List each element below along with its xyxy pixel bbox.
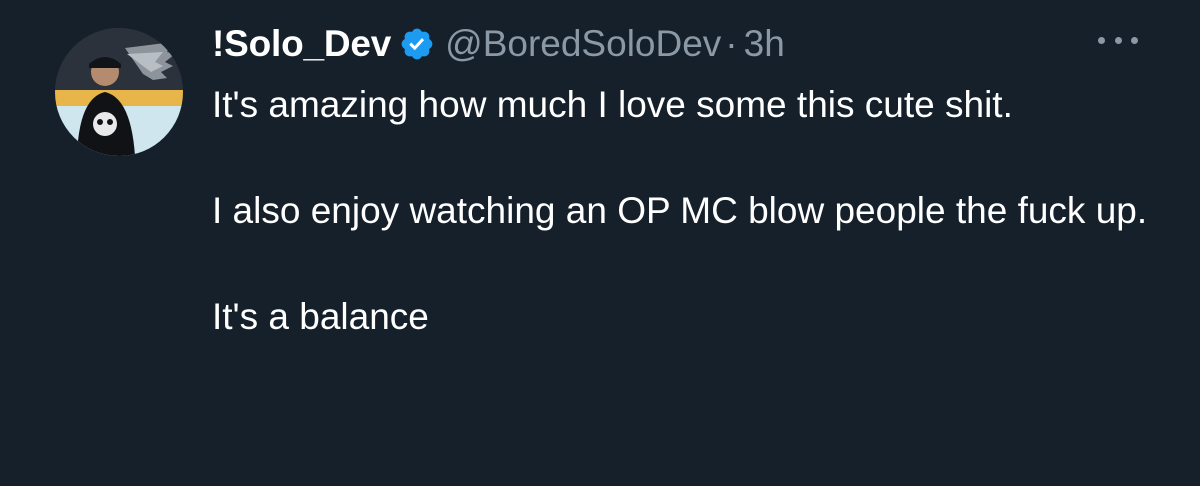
tweet[interactable]: !Solo_Dev @BoredSoloDev · 3h It's amazin…	[0, 0, 1200, 486]
avatar-icon	[55, 28, 183, 156]
tweet-paragraph: It's amazing how much I love some this c…	[212, 84, 1013, 125]
more-options-button[interactable]	[1098, 30, 1138, 50]
display-name[interactable]: !Solo_Dev	[212, 23, 391, 65]
verified-badge-icon	[399, 26, 435, 62]
tweet-text: It's amazing how much I love some this c…	[212, 78, 1152, 343]
separator-dot: ·	[725, 23, 738, 64]
tweet-header: !Solo_Dev @BoredSoloDev · 3h	[212, 18, 785, 70]
tweet-paragraph: I also enjoy watching an OP MC blow peop…	[212, 190, 1148, 231]
more-horizontal-icon	[1131, 36, 1138, 44]
tweet-timestamp[interactable]: 3h	[744, 23, 785, 65]
user-handle[interactable]: @BoredSoloDev	[445, 23, 721, 65]
more-horizontal-icon	[1098, 36, 1105, 44]
tweet-paragraph: It's a balance	[212, 296, 429, 337]
avatar[interactable]	[55, 28, 183, 156]
more-horizontal-icon	[1114, 36, 1122, 44]
